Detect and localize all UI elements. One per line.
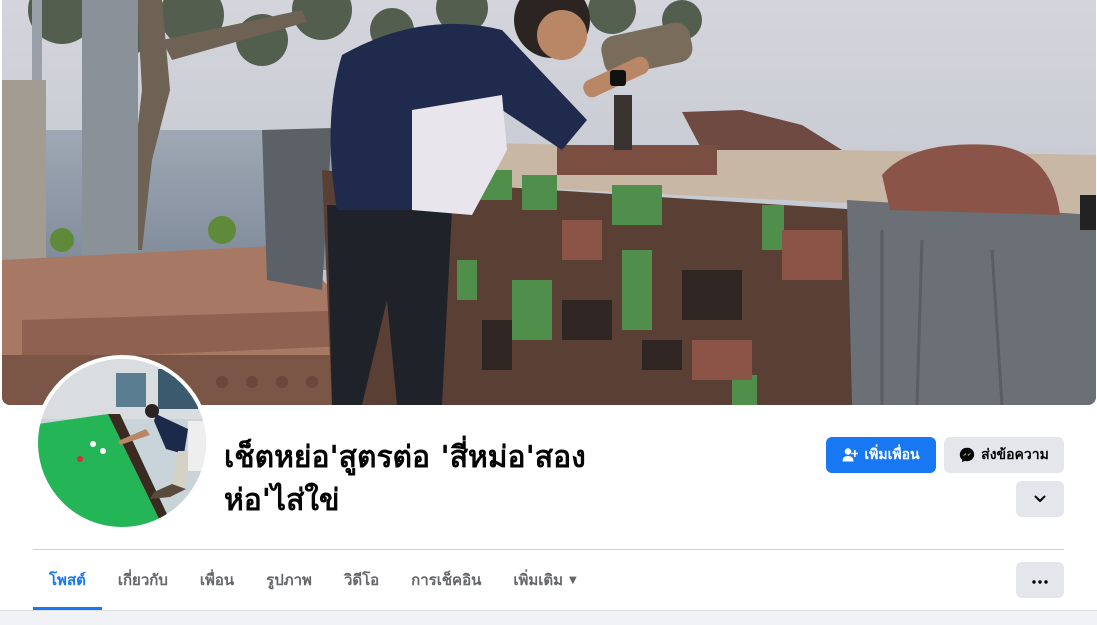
- avatar-image: [38, 359, 206, 527]
- tab-label: การเช็คอิน: [411, 571, 482, 589]
- message-label: ส่งข้อความ: [981, 447, 1049, 463]
- messenger-icon: [959, 447, 975, 463]
- more-options-button[interactable]: [1016, 562, 1064, 598]
- tab-label: วิดีโอ: [343, 571, 380, 589]
- profile-tabs: โพสต์ เกี่ยวกับ เพื่อน รูปภาพ วิดีโอ การ…: [33, 550, 593, 610]
- tab-photos[interactable]: รูปภาพ: [250, 550, 328, 610]
- add-friend-button[interactable]: เพิ่มเพื่อน: [826, 437, 936, 473]
- tab-label: เกี่ยวกับ: [117, 571, 168, 589]
- profile-header: เช็ตหย่อ'สูตรต่อ 'สี่หม่อ'สอง ห่อ'ไส่ใข่…: [0, 0, 1097, 610]
- profile-name: เช็ตหย่อ'สูตรต่อ 'สี่หม่อ'สอง ห่อ'ไส่ใข่: [224, 440, 586, 518]
- expand-options-button[interactable]: [1016, 481, 1064, 517]
- cover-photo[interactable]: [2, 0, 1096, 405]
- tab-posts[interactable]: โพสต์: [33, 550, 102, 610]
- tab-check-ins[interactable]: การเช็คอิน: [395, 550, 497, 610]
- cover-photo-image: [2, 0, 1096, 405]
- ellipsis-icon: [1032, 572, 1048, 588]
- message-button[interactable]: ส่งข้อความ: [944, 437, 1064, 473]
- person-plus-icon: [842, 447, 859, 463]
- profile-avatar[interactable]: [34, 355, 210, 531]
- tab-about[interactable]: เกี่ยวกับ: [102, 550, 184, 610]
- add-friend-label: เพิ่มเพื่อน: [864, 447, 920, 463]
- tab-label: เพิ่มเติม: [513, 571, 564, 589]
- tab-videos[interactable]: วิดีโอ: [328, 550, 395, 610]
- tab-label: รูปภาพ: [266, 571, 312, 589]
- caret-down-icon: ▼: [569, 574, 577, 586]
- tab-label: โพสต์: [49, 571, 86, 589]
- tab-label: เพื่อน: [199, 571, 235, 589]
- tab-more[interactable]: เพิ่มเติม ▼: [497, 550, 592, 610]
- page-background: [0, 610, 1097, 625]
- tab-friends[interactable]: เพื่อน: [184, 550, 250, 610]
- chevron-down-icon: [1034, 491, 1046, 507]
